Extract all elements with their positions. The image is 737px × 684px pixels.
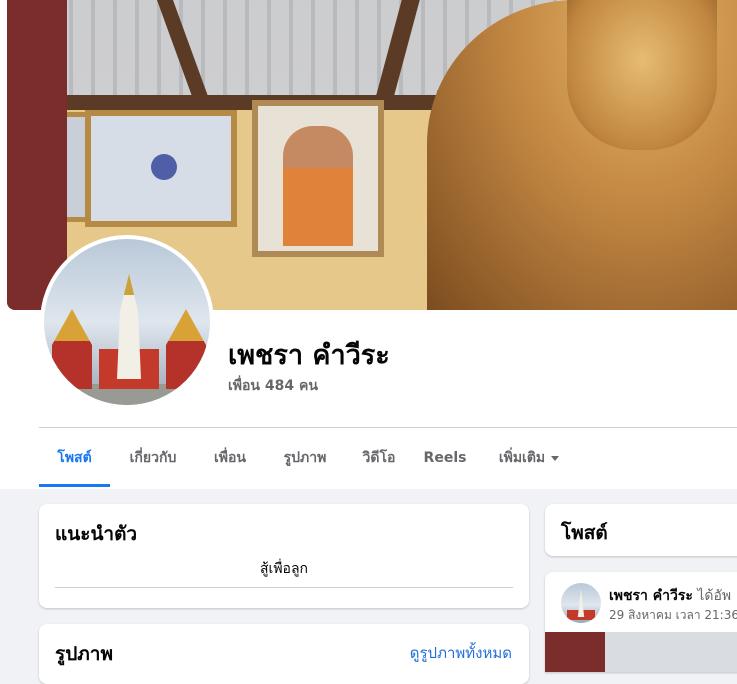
tab-more[interactable]: เพิ่มเติม (486, 434, 572, 487)
cover-monk-portrait (252, 100, 384, 257)
post-author-name[interactable]: เพชรา คำวีระ (609, 588, 693, 604)
tab-photos[interactable]: รูปภาพ (272, 434, 338, 487)
intro-card: แนะนำตัว สู้เพื่อลูก (39, 504, 529, 608)
tab-more-label: เพิ่มเติม (498, 450, 546, 466)
post-card: เพชรา คำวีระ ได้อัพ 29 สิงหาคม เวลา 21:3… (545, 572, 737, 672)
photos-title: รูปภาพ (55, 643, 113, 665)
header-divider (39, 427, 737, 428)
post-timestamp[interactable]: 29 สิงหาคม เวลา 21:36 (609, 606, 737, 625)
post-action-text: ได้อัพ (697, 588, 732, 604)
tab-about[interactable]: เกี่ยวกับ (118, 434, 188, 487)
cover-monk-figure (283, 126, 353, 246)
cover-picture-frame (85, 110, 237, 227)
tab-friends[interactable]: เพื่อน (203, 434, 257, 487)
intro-divider (55, 587, 513, 588)
avatar-pavilion (166, 309, 206, 389)
see-all-photos-link[interactable]: ดูรูปภาพทั้งหมด (410, 641, 512, 665)
cover-buddha-head (567, 0, 717, 150)
caret-down-icon (551, 455, 560, 461)
cover-post (7, 0, 67, 310)
tab-videos[interactable]: วิดีโอ (353, 434, 405, 487)
posts-title: โพสต์ (561, 522, 608, 544)
photos-card: รูปภาพ ดูรูปภาพทั้งหมด (39, 624, 529, 684)
profile-name: เพชรา คำวีระ (228, 340, 390, 371)
intro-bio: สู้เพื่อลูก (259, 561, 309, 577)
profile-avatar[interactable] (40, 235, 214, 409)
intro-title: แนะนำตัว (55, 523, 138, 545)
tab-posts[interactable]: โพสต์ (39, 434, 110, 487)
avatar-stupa (117, 274, 141, 379)
tab-reels[interactable]: Reels (419, 434, 471, 487)
friends-count-link[interactable]: เพื่อน 484 คน (228, 375, 318, 397)
post-author-avatar[interactable] (561, 583, 601, 623)
post-image[interactable] (545, 632, 737, 672)
cover-frame-detail (151, 154, 177, 180)
post-author-line: เพชรา คำวีระ ได้อัพ (609, 585, 731, 607)
posts-header-card: โพสต์ (545, 504, 737, 556)
avatar-pavilion (52, 309, 92, 389)
